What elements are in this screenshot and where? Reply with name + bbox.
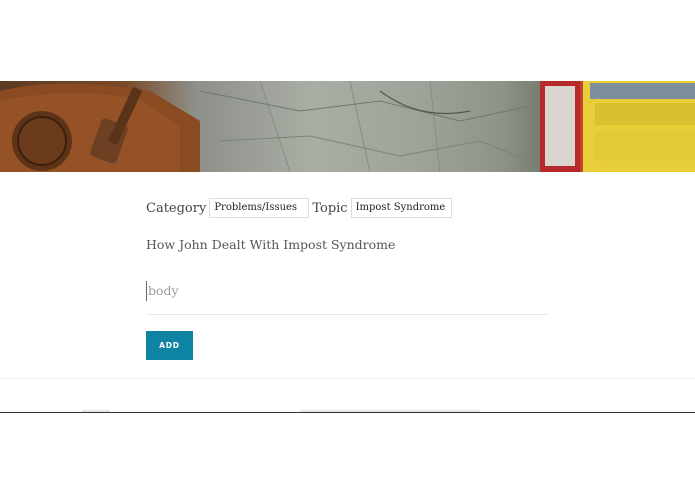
category-topic-row: Category Problems/Issues Topic Impost Sy… [146, 196, 548, 220]
body-textarea[interactable]: body [146, 280, 548, 315]
title-input[interactable]: How John Dealt With Impost Syndrome [146, 237, 395, 252]
section-divider [0, 378, 695, 379]
category-label: Category [146, 200, 207, 216]
topic-select[interactable]: Impost Syndrome [350, 198, 452, 218]
add-button[interactable]: ADD [146, 331, 193, 360]
header-banner-image [0, 81, 695, 172]
footer-divider [0, 412, 695, 413]
topic-label: Topic [312, 200, 348, 216]
body-placeholder: body [146, 281, 179, 301]
post-form: Category Problems/Issues Topic Impost Sy… [146, 196, 548, 220]
category-select[interactable]: Problems/Issues [209, 198, 310, 218]
